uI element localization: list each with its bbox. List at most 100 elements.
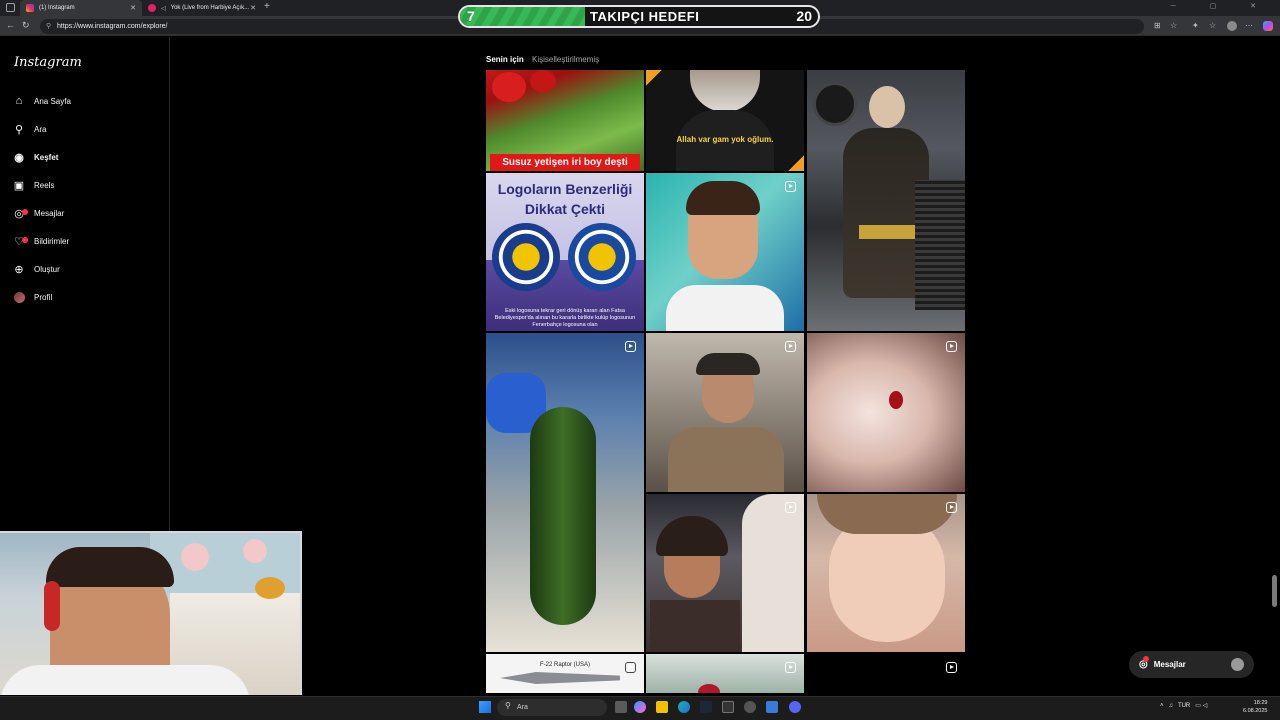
tab-for-you[interactable]: Senin için <box>486 55 524 64</box>
nav-reels[interactable]: ▣ Reels <box>12 174 162 196</box>
new-tab-icon[interactable]: + <box>264 1 270 12</box>
copilot-app-icon[interactable] <box>634 701 646 713</box>
post-note: Eski logosuna tekrar geri dönüş kararı a… <box>494 308 636 328</box>
tab-actions-icon[interactable] <box>6 3 15 12</box>
webcam-feed <box>0 531 302 695</box>
scrollbar-thumb[interactable] <box>1272 575 1277 607</box>
explore-tabs: Senin için Kişiselleştirilmemiş <box>486 55 605 64</box>
volume-icon[interactable]: ◁ <box>1203 703 1208 709</box>
goal-progress-fill <box>460 7 585 26</box>
system-tray[interactable]: ˄ ♫ TUR ▭ ◁ <box>1160 702 1207 709</box>
nav-create[interactable]: ⊕ Oluştur <box>12 258 162 280</box>
reel-icon <box>946 341 957 352</box>
browser-tab-music[interactable]: ◁ Yok (Live from Harbiye Açık... ✕ <box>142 0 262 16</box>
messenger-icon: ◎ <box>1139 656 1149 670</box>
home-icon: ⌂ <box>15 95 23 107</box>
back-icon[interactable]: ← <box>6 20 15 30</box>
goal-current-count: 7 <box>467 8 475 24</box>
nav-label: Reels <box>34 180 55 190</box>
nav-home[interactable]: ⌂ Ana Sayfa <box>12 90 162 112</box>
favorites-icon[interactable]: ☆ <box>1209 21 1216 30</box>
post-fighter-jet[interactable]: F-22 Raptor (USA) <box>486 654 644 693</box>
post-old-man[interactable]: Allah var gam yok oğlum. <box>646 70 804 171</box>
steam-icon[interactable] <box>700 701 712 713</box>
edge-icon[interactable] <box>678 701 690 713</box>
network-icon[interactable]: ▭ <box>1195 703 1201 709</box>
taskbar-search[interactable]: Ara <box>497 699 607 716</box>
reel-icon <box>946 502 957 513</box>
speaker-icon: ◁ <box>161 5 166 12</box>
tab-title: (1) Instagram <box>39 5 75 11</box>
star-icon[interactable]: ☆ <box>1170 21 1177 30</box>
discord-icon[interactable] <box>789 701 801 713</box>
avatar <box>1231 658 1244 671</box>
nav-search[interactable]: ⚲ Ara <box>12 118 162 140</box>
start-icon[interactable] <box>479 701 491 713</box>
task-view-icon[interactable] <box>615 701 627 713</box>
reel-icon <box>785 181 796 192</box>
heart-icon: ♡ <box>12 234 28 248</box>
window-controls[interactable]: ─ ▢ ✕ <box>1171 2 1272 10</box>
goal-title: TAKIPÇI HEDEFI <box>590 9 700 24</box>
file-explorer-icon[interactable] <box>656 701 668 713</box>
goal-target-count: 20 <box>796 8 812 24</box>
post-logo-comparison[interactable]: Logoların Benzerliği Dikkat Çekti Eski l… <box>486 173 644 331</box>
reel-icon <box>785 341 796 352</box>
post-child-photo[interactable] <box>646 173 804 331</box>
site-info-icon[interactable]: ⚲ <box>46 22 51 30</box>
post-performer[interactable] <box>807 70 965 331</box>
language-indicator[interactable]: TUR <box>1178 703 1190 709</box>
search-icon: ⚲ <box>505 701 511 710</box>
nav-label: Profil <box>34 292 53 302</box>
post-heel-closeup[interactable] <box>807 333 965 492</box>
notification-dot <box>1143 656 1149 662</box>
nav-explore[interactable]: ◉ Keşfet <box>12 146 162 168</box>
browser-tab-instagram[interactable]: (1) Instagram ✕ <box>20 0 142 16</box>
music-favicon-icon <box>148 4 156 12</box>
post-angry-child[interactable] <box>807 494 965 652</box>
nav-label: Ara <box>34 124 47 134</box>
post-dark[interactable] <box>807 654 965 693</box>
tab-title: Yok (Live from Harbiye Açık... <box>170 5 250 11</box>
menu-icon[interactable]: ⋯ <box>1245 21 1253 30</box>
reload-icon[interactable]: ↻ <box>22 20 30 31</box>
messages-pill[interactable]: ◎ Mesajlar <box>1129 651 1254 678</box>
microphone-icon[interactable]: ♫ <box>1169 703 1174 709</box>
profile-avatar[interactable] <box>1227 21 1237 31</box>
compass-icon: ◉ <box>14 151 24 164</box>
post-cucumber[interactable] <box>486 333 644 652</box>
close-tab-icon[interactable]: ✕ <box>130 4 136 12</box>
chevron-up-icon[interactable]: ˄ <box>1160 703 1164 709</box>
fenerbahce-badge <box>492 223 560 291</box>
fatsa-badge <box>568 223 636 291</box>
close-tab-icon[interactable]: ✕ <box>250 4 256 12</box>
nav-label: Keşfet <box>34 152 59 162</box>
taskbar-clock[interactable]: 18:29 6.08.2025 <box>1243 699 1267 715</box>
messenger-icon: ◎ <box>12 206 28 220</box>
tab-non-personalized[interactable]: Kişiselleştirilmemiş <box>532 55 599 64</box>
nav-profile[interactable]: Profil <box>12 286 162 308</box>
post-tomatoes[interactable]: Susuz yetişen iri boy deşti <box>486 70 644 171</box>
avatar-icon <box>12 290 26 304</box>
copilot-icon[interactable] <box>1263 21 1273 31</box>
nav-notifications[interactable]: ♡ Bildirimler <box>12 230 162 252</box>
app-icon[interactable] <box>722 701 734 713</box>
app-icon[interactable]: ⊞ <box>1154 21 1161 30</box>
reel-icon <box>625 341 636 352</box>
app-icon[interactable] <box>766 701 778 713</box>
obs-icon[interactable] <box>744 701 756 713</box>
clock-date: 6.08.2025 <box>1243 708 1268 714</box>
nav-messages[interactable]: ◎ Mesajlar <box>12 202 162 224</box>
instagram-logo[interactable]: Instagram <box>14 55 82 70</box>
nav-label: Mesajlar <box>34 208 65 218</box>
post-headline: Logoların Benzerliği Dikkat Çekti <box>497 181 633 217</box>
post-subtitle: Allah var gam yok oğlum. <box>676 135 774 144</box>
post-label: F-22 Raptor (USA) <box>539 662 590 668</box>
post-landscape[interactable] <box>646 654 804 693</box>
extension-icon[interactable]: ✦ <box>1192 21 1199 30</box>
follower-goal-overlay: 7 TAKIPÇI HEDEFI 20 <box>458 5 820 28</box>
post-smiling-man[interactable] <box>646 333 804 492</box>
reels-icon: ▣ <box>13 179 25 192</box>
clock-time: 18:29 <box>1253 700 1268 706</box>
post-two-men[interactable] <box>646 494 804 652</box>
